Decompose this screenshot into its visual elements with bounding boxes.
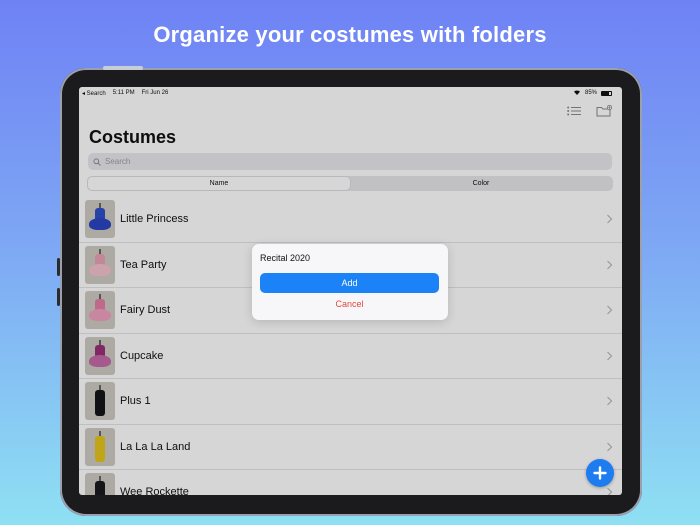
- search-input[interactable]: Search: [88, 153, 612, 170]
- chevron-right-icon: [607, 487, 613, 495]
- status-date: Fri Jun 26: [141, 89, 169, 96]
- costume-name: Fairy Dust: [120, 304, 171, 317]
- costume-skirt: [89, 218, 111, 231]
- costume-name: Cupcake: [120, 349, 164, 362]
- costume-thumbnail: [85, 473, 115, 495]
- costume-thumbnail: [85, 200, 115, 239]
- promo-headline: Organize your costumes with folders: [153, 22, 547, 47]
- status-bar: ◂ Search 5:11 PM Fri Jun 26 85%: [79, 87, 622, 99]
- costume-skirt: [89, 354, 111, 367]
- sort-segmented-control: Name Color: [87, 176, 613, 191]
- app-screen: ◂ Search 5:11 PM Fri Jun 26 85% Costumes…: [79, 87, 622, 495]
- cancel-button[interactable]: Cancel: [260, 298, 439, 310]
- costume-skirt: [89, 309, 111, 322]
- new-folder-dialog: Recital 2020 Add Cancel: [252, 244, 448, 320]
- list-view-button[interactable]: [566, 104, 582, 117]
- costume-row[interactable]: Plus 1: [79, 379, 622, 425]
- costume-skirt: [89, 263, 111, 276]
- chevron-right-icon: [607, 305, 613, 315]
- chevron-right-icon: [607, 351, 613, 360]
- costume-name: Tea Party: [120, 258, 167, 271]
- folder-add-icon: [596, 104, 612, 116]
- segment-color[interactable]: Color: [350, 177, 612, 190]
- search-icon: [93, 157, 101, 166]
- segment-name[interactable]: Name: [88, 177, 350, 190]
- battery-icon: [601, 90, 612, 96]
- costume-row[interactable]: Little Princess: [79, 197, 622, 243]
- chevron-right-icon: [607, 260, 613, 269]
- costume-name: Little Princess: [120, 213, 189, 226]
- costume-list: Little Princess Tea Party Fairy Dust Cupcak…: [79, 197, 622, 495]
- costume-row[interactable]: La La La Land: [79, 425, 622, 470]
- costume-thumbnail: [85, 245, 115, 284]
- folder-name-field[interactable]: Recital 2020: [260, 252, 440, 264]
- status-time: 5:11 PM: [112, 89, 135, 96]
- chevron-right-icon: [607, 214, 613, 224]
- back-to-search-link[interactable]: ◂ Search: [82, 90, 106, 97]
- plus-icon: [593, 466, 607, 480]
- costume-name: Wee Rockette: [120, 486, 189, 495]
- page-title: Costumes: [89, 127, 177, 147]
- costume-thumbnail: [85, 382, 115, 421]
- costume-row[interactable]: Cupcake: [79, 334, 622, 379]
- new-folder-button[interactable]: [596, 104, 612, 117]
- costume-thumbnail: [85, 291, 115, 330]
- add-button[interactable]: Add: [260, 273, 439, 293]
- list-icon: [567, 106, 581, 115]
- chevron-right-icon: [607, 396, 613, 406]
- add-costume-button[interactable]: [586, 459, 614, 487]
- device-volume-button: [57, 258, 60, 276]
- costume-thumbnail: [85, 336, 115, 375]
- costume-top: [95, 435, 105, 462]
- wifi-icon: [573, 89, 581, 97]
- costume-top: [95, 390, 105, 417]
- device-camera-bar: [103, 66, 143, 70]
- chevron-right-icon: [607, 442, 613, 451]
- costume-top: [95, 481, 105, 495]
- costume-name: La La La Land: [120, 440, 191, 453]
- toolbar: [566, 104, 612, 117]
- costume-thumbnail: [85, 427, 115, 466]
- battery-percent: 85%: [584, 90, 597, 96]
- search-placeholder: Search: [105, 157, 131, 166]
- device-volume-button: [57, 288, 60, 306]
- costume-name: Plus 1: [120, 395, 151, 408]
- costume-row[interactable]: Wee Rockette: [79, 470, 622, 495]
